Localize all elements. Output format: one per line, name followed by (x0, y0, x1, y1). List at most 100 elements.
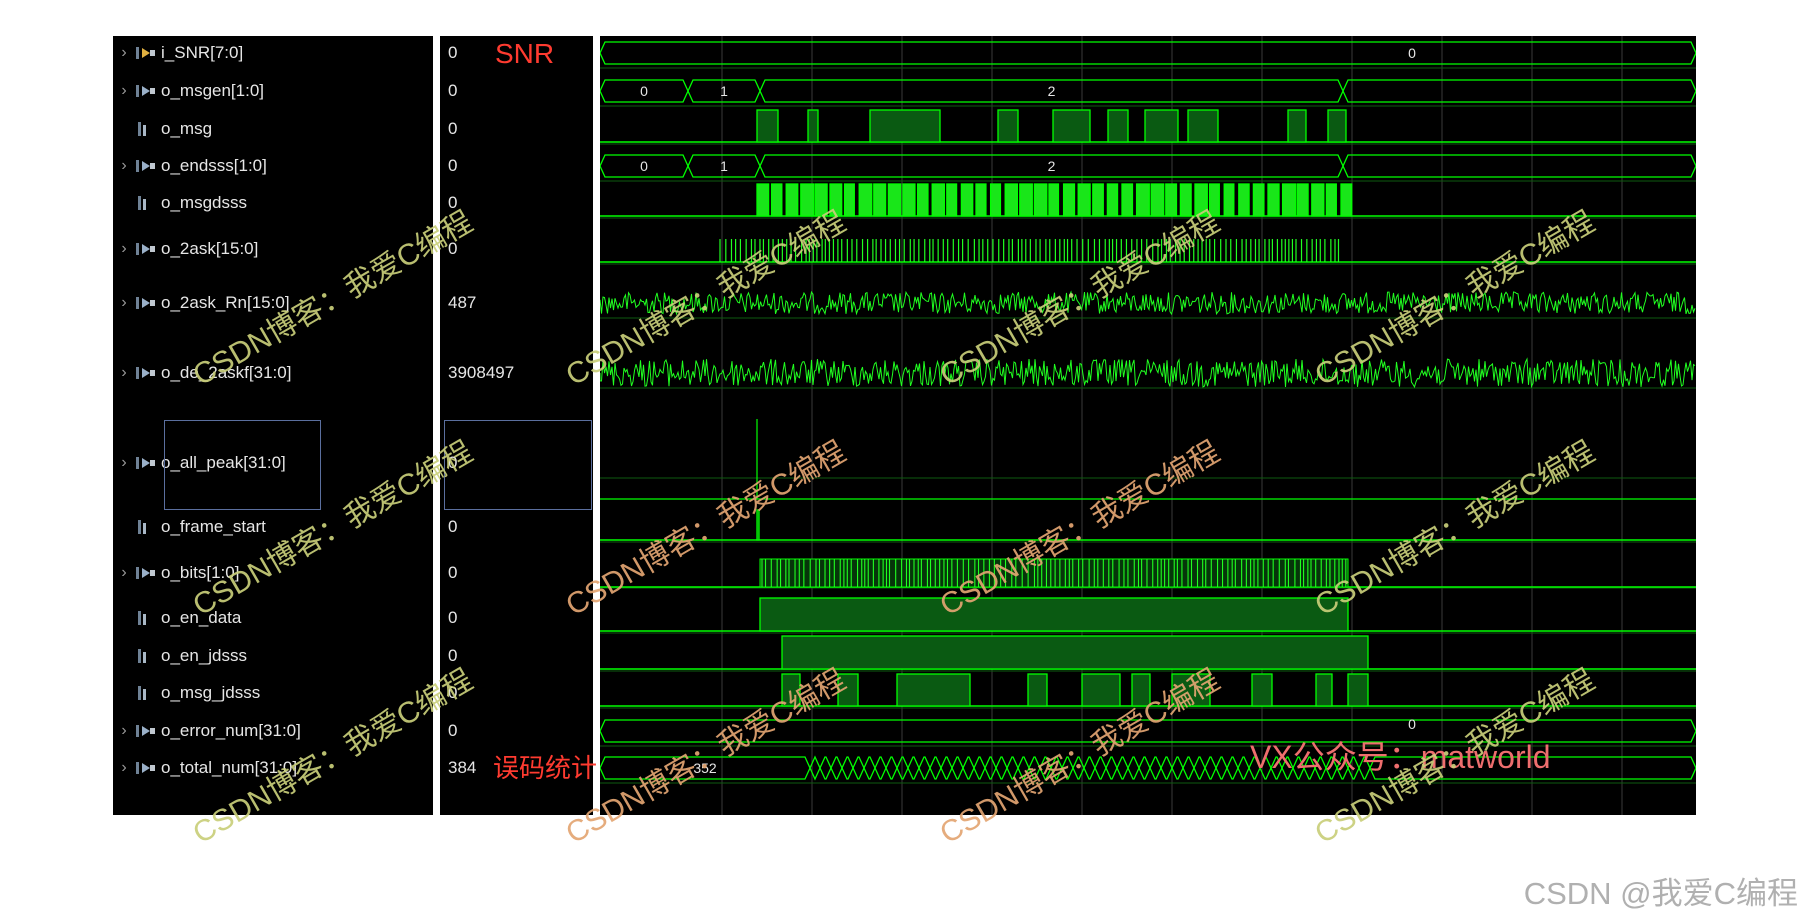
signal-name: o_2ask_Rn[15:0] (161, 293, 290, 312)
signal-name: o_de_2askf[31:0] (161, 363, 292, 382)
signal-value: 0 (448, 517, 458, 536)
signal-high-pulse (814, 183, 828, 217)
selected-signal-highlight (164, 420, 321, 510)
signal-name: o_frame_start (161, 517, 266, 536)
signal-row[interactable]: ›o_msg_jdsss (113, 680, 433, 706)
bus-value-segment (841, 756, 854, 780)
signal-high-pulse (931, 183, 946, 217)
signal-high-pulse (887, 183, 902, 217)
output-bus-icon (135, 722, 159, 740)
bus-value-segment (1237, 756, 1250, 780)
signal-high-pulse (1121, 183, 1134, 217)
bus-value-segment (1342, 154, 1696, 178)
signal-high-pulse (1048, 183, 1060, 217)
signal-high-pulse (1194, 183, 1208, 217)
signal-high-pulse (1062, 183, 1076, 217)
signal-name: o_2ask[15:0] (161, 239, 259, 258)
waveform-panel[interactable]: 0 0 1 2 0 1 2 0 352 (600, 36, 1696, 815)
signal-value: 0 (448, 193, 458, 212)
signal-row[interactable]: › o_2ask[15:0] (113, 236, 433, 262)
signal-name: o_msg_jdsss (161, 683, 261, 702)
signal-row[interactable]: › i_SNR[7:0] (113, 40, 433, 66)
signal-value: 487 (448, 293, 477, 312)
bus-value-segment (1226, 756, 1239, 780)
bus-value-segment (973, 756, 986, 780)
output-bit-icon (135, 194, 159, 212)
bus-value-segment (1083, 756, 1096, 780)
output-bit-icon (135, 120, 159, 138)
signal-high-pulse (1179, 183, 1192, 217)
signal-high-pulse (1281, 183, 1297, 217)
signal-value: 384 (448, 758, 477, 777)
signal-row[interactable]: ›o_en_data (113, 605, 433, 631)
signal-row[interactable]: › o_endsss[1:0] (113, 153, 433, 179)
output-bit-icon (135, 518, 159, 536)
signal-row[interactable]: › o_error_num[31:0] (113, 718, 433, 744)
bus-value-segment (962, 756, 975, 780)
bus-value-segment (1094, 756, 1107, 780)
signal-high-pulse (1150, 183, 1165, 217)
expand-chevron-icon[interactable]: › (113, 44, 135, 62)
signal-name: o_msgdsss (161, 193, 247, 212)
signal-row[interactable]: ›o_en_jdsss (113, 643, 433, 669)
signal-row[interactable]: › o_total_num[31:0] (113, 755, 433, 781)
signal-row[interactable]: ›o_frame_start (113, 514, 433, 540)
signal-high-pulse (1077, 183, 1091, 217)
signal-row[interactable]: › o_bits[1:0] (113, 560, 433, 586)
signal-high-pulse (1325, 183, 1337, 217)
bus-value-label: 1 (720, 158, 728, 174)
signal-value: 0 (448, 608, 458, 627)
bus-value-segment (1028, 756, 1041, 780)
signal-value: 0 (448, 43, 458, 62)
bus-value-segment (874, 756, 887, 780)
signal-row[interactable]: ›o_msg (113, 116, 433, 142)
signal-name: o_endsss[1:0] (161, 156, 267, 175)
signal-value: 0 (448, 563, 458, 582)
expand-chevron-icon[interactable]: › (113, 82, 135, 100)
bus-value-segment (1006, 756, 1019, 780)
expand-chevron-icon[interactable]: › (113, 240, 135, 258)
signal-high-pulse (807, 109, 819, 143)
signal-high-pulse (975, 183, 987, 217)
signal-name: o_msg (161, 119, 213, 138)
signal-high-pulse (781, 635, 1369, 670)
bus-value-segment (819, 756, 832, 780)
snr-annotation: SNR (495, 38, 555, 69)
signal-row[interactable]: › o_de_2askf[31:0] (113, 360, 433, 386)
signal-value: 0 (448, 156, 458, 175)
expand-chevron-icon[interactable]: › (113, 759, 135, 777)
signal-value: 3908497 (448, 363, 515, 382)
signal-high-pulse (1311, 183, 1325, 217)
signal-row[interactable]: › o_2ask_Rn[15:0] (113, 290, 433, 316)
output-bit-icon (135, 684, 159, 702)
bus-value-segment (1149, 756, 1162, 780)
signal-row[interactable]: › o_msgen[1:0] (113, 78, 433, 104)
expand-chevron-icon[interactable]: › (113, 454, 135, 472)
signal-high-pulse (902, 183, 916, 217)
bus-value-segment (1204, 756, 1217, 780)
signal-high-pulse (1131, 673, 1151, 707)
expand-chevron-icon[interactable]: › (113, 722, 135, 740)
bus-value-segment (1193, 756, 1206, 780)
signal-high-pulse (1223, 183, 1235, 217)
expand-chevron-icon[interactable]: › (113, 157, 135, 175)
signal-high-pulse (1052, 109, 1091, 143)
bus-value-label: 2 (1048, 83, 1056, 99)
bus-value-label: 0 (1408, 716, 1416, 732)
signal-high-pulse (873, 183, 887, 217)
bus-value-label: 352 (693, 760, 717, 776)
expand-chevron-icon[interactable]: › (113, 294, 135, 312)
bus-value-segment (940, 756, 953, 780)
signal-high-pulse (1340, 183, 1353, 217)
expand-chevron-icon[interactable]: › (113, 364, 135, 382)
bus-value-segment (1138, 756, 1151, 780)
signal-high-pulse (800, 183, 815, 217)
signal-high-pulse (1019, 183, 1033, 217)
expand-chevron-icon[interactable]: › (113, 564, 135, 582)
signal-high-pulse (1315, 673, 1333, 707)
waveform-canvas[interactable]: 0 0 1 2 0 1 2 0 352 (600, 36, 1696, 815)
bus-value-segment (1050, 756, 1063, 780)
signal-high-pulse (1107, 109, 1129, 143)
signal-row[interactable]: ›o_msgdsss (113, 190, 433, 216)
signal-high-pulse (1238, 183, 1250, 217)
